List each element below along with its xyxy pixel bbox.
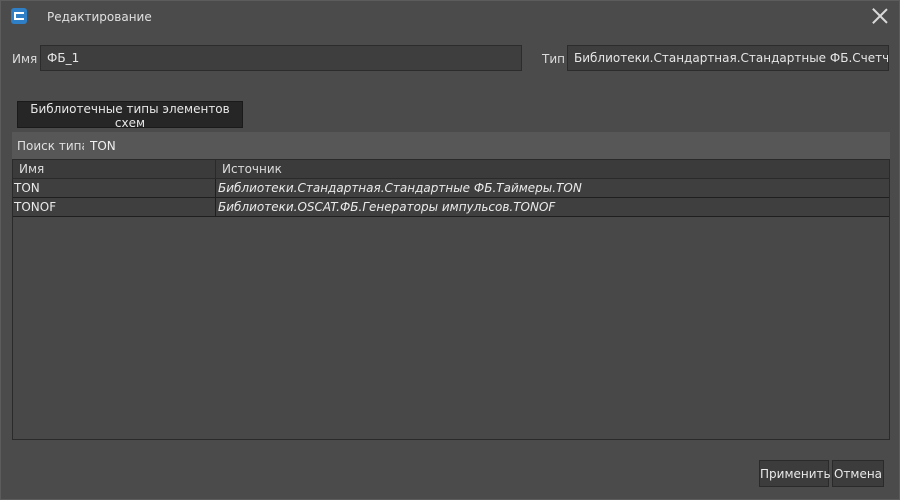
search-input[interactable] <box>84 132 890 159</box>
row-source-cell: Библиотеки.OSCAT.ФБ.Генераторы импульсов… <box>218 200 556 214</box>
apply-button[interactable]: Применить <box>759 460 831 487</box>
edit-dialog: Редактирование Имя Тип Библиотеки.Станда… <box>0 0 900 500</box>
table-row[interactable]: TON Библиотеки.Стандартная.Стандартные Ф… <box>13 179 889 198</box>
type-label: Тип <box>542 52 565 66</box>
library-types-button[interactable]: Библиотечные типы элементов схем <box>17 101 243 130</box>
row-name-cell: TON <box>13 179 216 197</box>
search-label: Поиск типа <box>17 139 89 153</box>
search-bar: Поиск типа <box>12 132 890 159</box>
app-logo-icon <box>11 8 27 24</box>
column-header-name[interactable]: Имя <box>13 160 216 178</box>
close-icon[interactable] <box>871 7 889 25</box>
types-table: Имя Источник TON Библиотеки.Стандартная.… <box>12 159 890 440</box>
row-source-cell: Библиотеки.Стандартная.Стандартные ФБ.Та… <box>218 181 582 195</box>
type-field[interactable]: Библиотеки.Стандартная.Стандартные ФБ.Сч… <box>567 45 889 71</box>
table-row[interactable]: TONOF Библиотеки.OSCAT.ФБ.Генераторы имп… <box>13 198 889 217</box>
name-label: Имя <box>12 52 38 66</box>
name-input[interactable] <box>40 45 522 71</box>
row-name-cell: TONOF <box>13 198 216 216</box>
column-header-source[interactable]: Источник <box>216 160 889 178</box>
window-title: Редактирование <box>47 10 152 24</box>
cancel-button[interactable]: Отмена <box>832 460 884 487</box>
table-header: Имя Источник <box>13 160 889 179</box>
title-bar: Редактирование <box>1 1 899 33</box>
